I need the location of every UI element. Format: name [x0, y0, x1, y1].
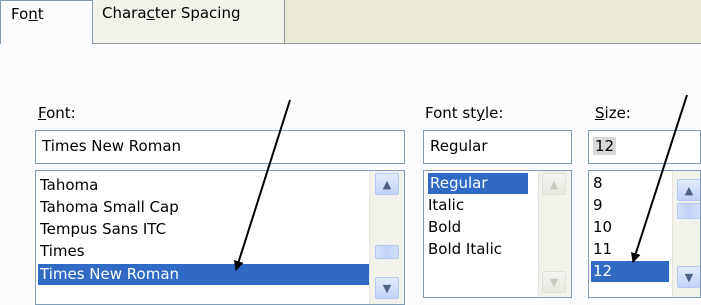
arrow-icon [233, 99, 291, 271]
annotation-arrows [233, 94, 688, 271]
arrow-icon [631, 94, 688, 263]
tab-label: Fo [11, 5, 29, 23]
tab-font[interactable]: Font [0, 0, 93, 44]
tab-label: t [37, 5, 44, 23]
tab-label-mnemonic: n [28, 5, 38, 23]
